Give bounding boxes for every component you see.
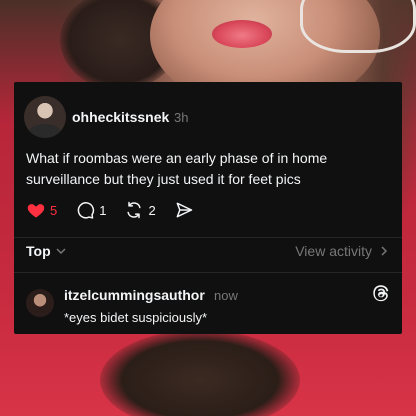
photo-lips [212, 20, 272, 48]
post-text: What if roombas were an early phase of i… [26, 150, 328, 187]
reply-avatar[interactable] [26, 289, 54, 317]
view-activity-label: View activity [295, 243, 372, 259]
post-actions: 5 1 2 [26, 200, 216, 220]
chevron-down-icon [56, 248, 66, 255]
divider [14, 237, 402, 238]
heart-icon [27, 204, 45, 218]
like-button[interactable]: 5 [26, 200, 57, 220]
sort-label: Top [26, 243, 51, 259]
repost-icon [127, 201, 142, 219]
photo-hair-bottom [100, 330, 300, 416]
repost-count: 2 [148, 202, 156, 218]
like-count: 5 [50, 202, 58, 218]
comment-icon [77, 202, 95, 219]
reply-username[interactable]: itzelcummingsauthor [64, 287, 205, 303]
chevron-right-icon [381, 246, 388, 256]
reply-time: now [214, 288, 238, 303]
comment-button[interactable]: 1 [75, 200, 106, 220]
avatar[interactable] [24, 96, 66, 138]
threads-logo-icon[interactable] [370, 282, 392, 304]
share-icon [176, 202, 192, 218]
comment-count: 1 [99, 202, 107, 218]
view-activity-link[interactable]: View activity [295, 243, 390, 259]
post-username[interactable]: ohheckitssnek [72, 109, 169, 125]
threads-post-card: ohheckitssnek 3h What if roombas were an… [14, 82, 402, 334]
reply-text: *eyes bidet suspiciously* [64, 310, 208, 325]
share-button[interactable] [174, 200, 198, 220]
post-time: 3h [174, 110, 189, 125]
photo-glasses [300, 0, 416, 53]
repost-button[interactable]: 2 [124, 200, 156, 220]
divider [14, 272, 402, 273]
sort-dropdown[interactable]: Top [26, 243, 67, 259]
